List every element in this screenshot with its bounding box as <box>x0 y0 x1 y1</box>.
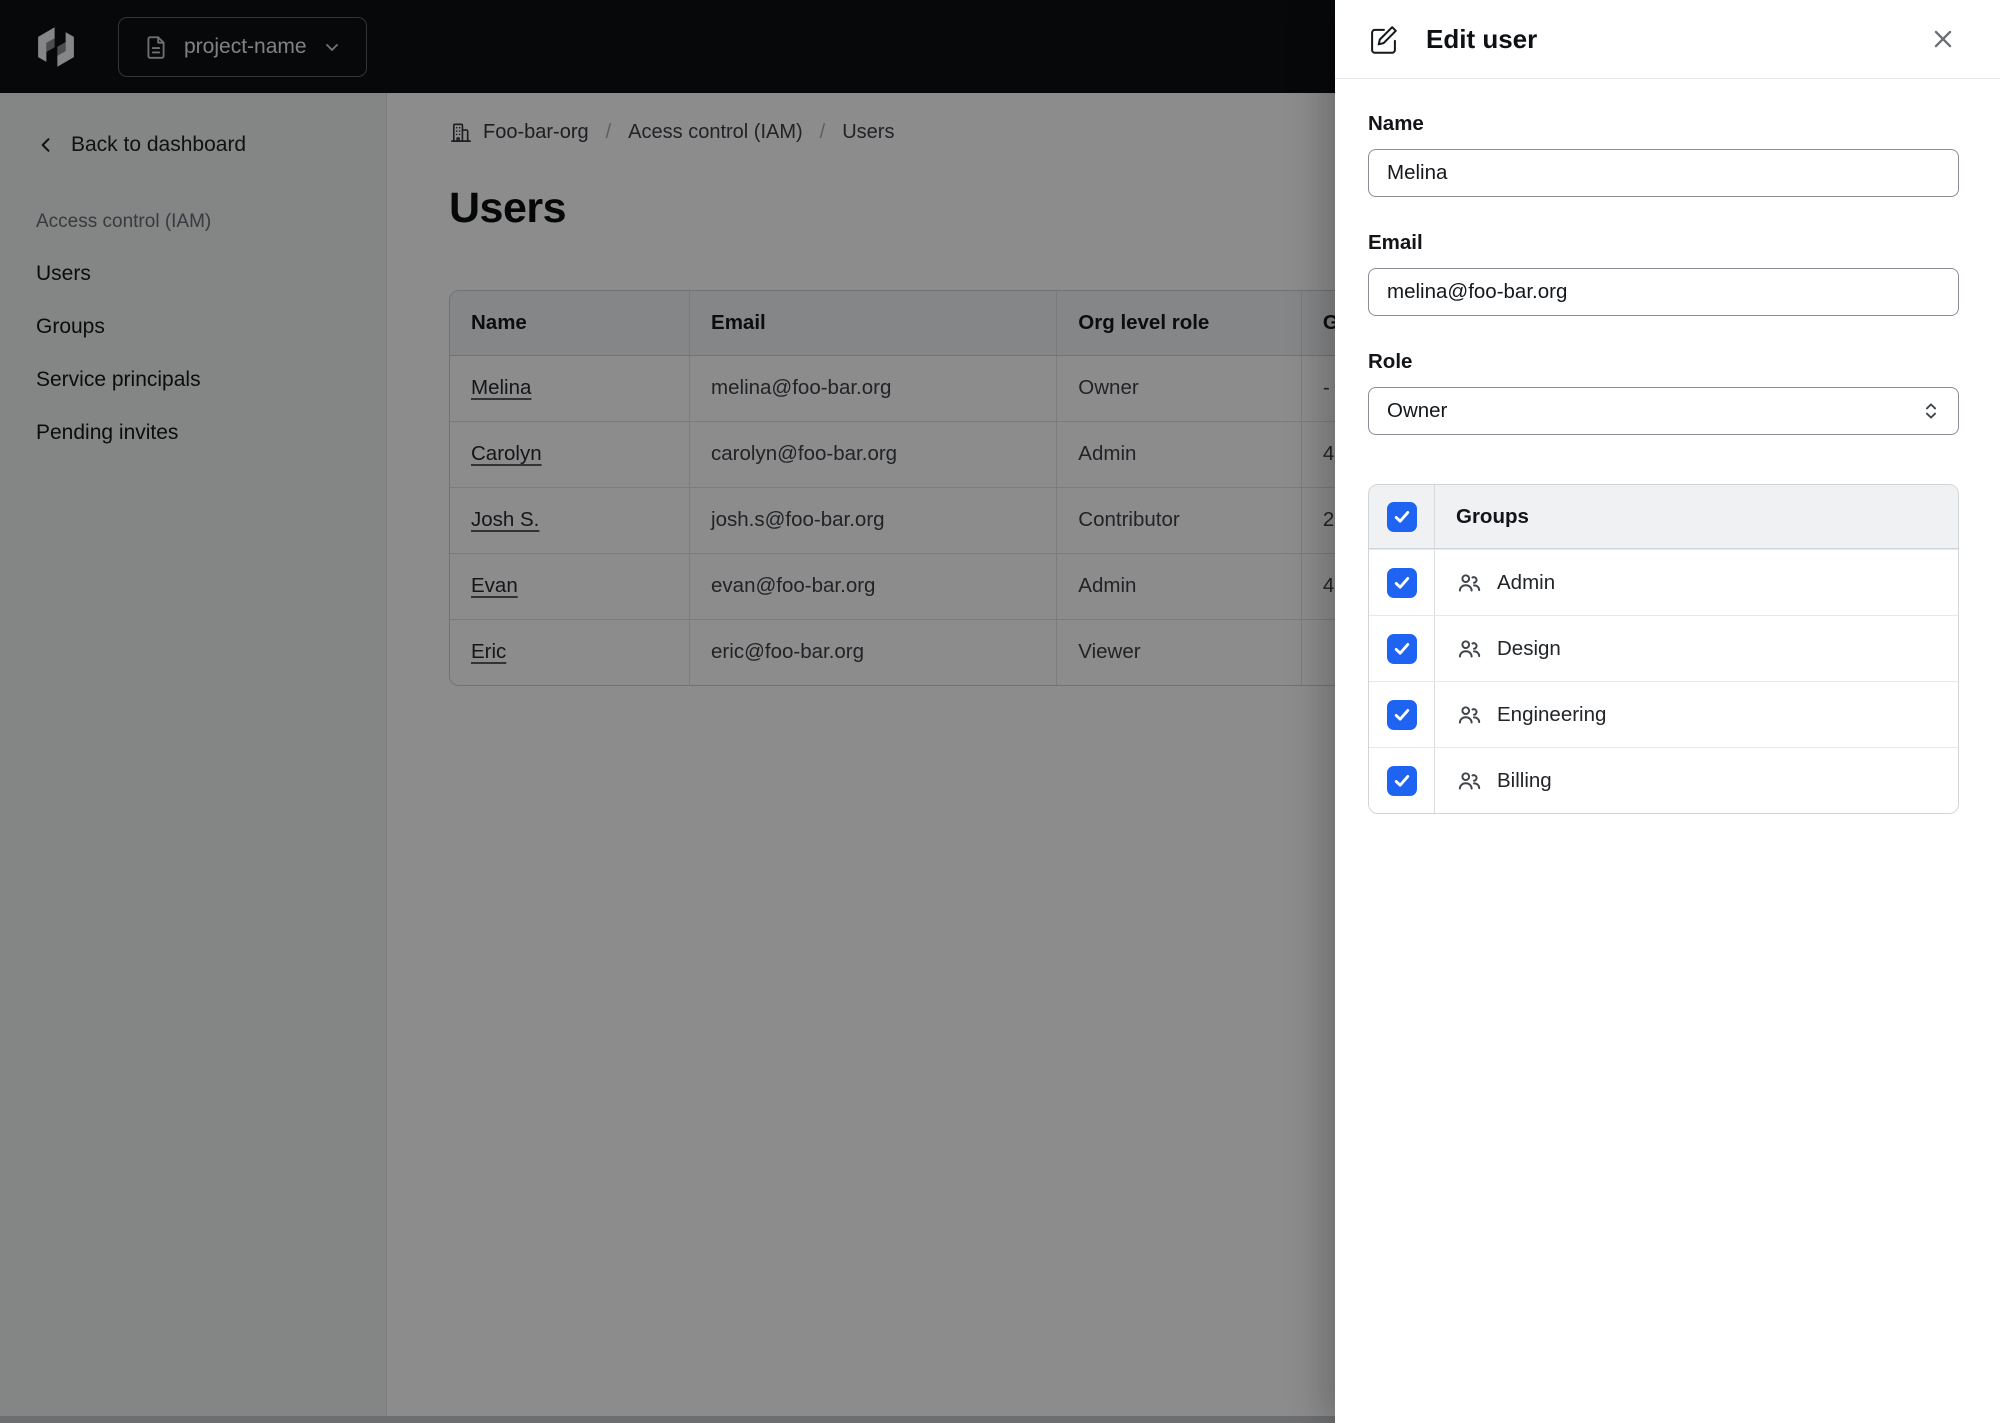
check-icon <box>1394 510 1409 523</box>
groups-selection-table: Groups Admin Design Engineering Billing <box>1368 484 1959 814</box>
drawer-header: Edit user <box>1335 0 2000 79</box>
group-row-admin: Admin <box>1369 549 1958 615</box>
group-checkbox[interactable] <box>1386 567 1417 598</box>
check-icon <box>1394 642 1409 655</box>
group-checkbox[interactable] <box>1386 699 1417 730</box>
group-label: Engineering <box>1497 702 1607 726</box>
name-field-group: Name <box>1368 112 1959 197</box>
users-group-icon <box>1458 639 1481 658</box>
edit-user-drawer: Edit user Name Email Role Owner <box>1335 0 2000 1423</box>
groups-header-label: Groups <box>1456 504 1529 528</box>
check-icon <box>1394 774 1409 787</box>
group-row-engineering: Engineering <box>1369 681 1958 747</box>
role-field-label: Role <box>1368 350 1413 373</box>
role-select[interactable]: Owner <box>1368 387 1959 435</box>
name-field[interactable] <box>1368 149 1959 197</box>
users-group-icon <box>1458 573 1481 592</box>
group-checkbox[interactable] <box>1386 765 1417 796</box>
edit-pencil-icon <box>1371 25 1397 54</box>
groups-header-row: Groups <box>1369 485 1958 549</box>
email-field-group: Email <box>1368 231 1959 316</box>
drawer-body: Name Email Role Owner <box>1335 79 2000 814</box>
check-icon <box>1394 576 1409 589</box>
name-field-label: Name <box>1368 112 1424 135</box>
users-group-icon <box>1458 771 1481 790</box>
role-field-group: Role Owner <box>1368 350 1959 435</box>
role-select-value: Owner <box>1387 399 1448 422</box>
drawer-title: Edit user <box>1426 23 1538 54</box>
group-label: Design <box>1497 636 1561 660</box>
group-checkbox[interactable] <box>1386 633 1417 664</box>
app-window: project-name Back to dashboard Access co… <box>0 0 2000 1423</box>
email-field-label: Email <box>1368 231 1423 254</box>
group-label: Billing <box>1497 768 1552 792</box>
select-stepper-icon <box>1925 403 1937 419</box>
check-icon <box>1394 708 1409 721</box>
group-row-design: Design <box>1369 615 1958 681</box>
users-group-icon <box>1458 705 1481 724</box>
group-label: Admin <box>1497 570 1556 594</box>
group-row-billing: Billing <box>1369 747 1958 813</box>
email-field[interactable] <box>1368 268 1959 316</box>
groups-select-all-checkbox[interactable] <box>1386 501 1417 532</box>
close-icon[interactable] <box>1926 22 1960 56</box>
